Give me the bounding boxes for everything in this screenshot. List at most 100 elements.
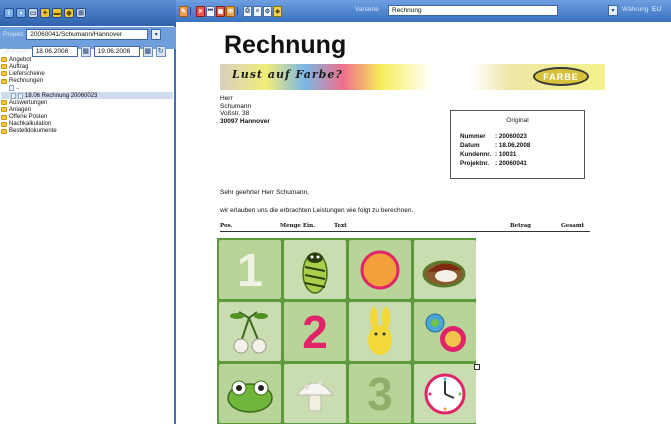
new-icon[interactable]: ✦ [40,8,50,18]
chestnut-icon [422,260,466,287]
zoom-icon[interactable]: ⌕ [253,5,262,17]
clock-icon [424,373,466,414]
info-icon[interactable]: i [4,8,14,18]
column-header: Pos. [220,223,233,229]
document-area: ✎ ✕ ⏮ ▣ ✉ ⎙ ⌕ ⚙ ◈ Variante Rechnung ▾ Wä… [176,0,671,424]
cherries-icon [230,310,268,353]
separator [237,7,241,15]
image-tile [349,302,411,361]
image-tile: 3 [349,364,411,423]
pdf-icon[interactable]: ▣ [216,5,225,17]
waehrung-value[interactable]: EU [652,6,661,13]
folder-icon[interactable]: ▬ [52,8,62,18]
folder-icon [1,114,7,120]
company-banner: Lust auf Farbe? FARBE [220,64,605,90]
tree-item-lieferscheine[interactable]: Lieferscheine [1,70,173,77]
variante-select[interactable]: Rechnung [388,5,558,16]
project-row: Projekt 20060041/Schumann/Hannover ▾ [3,29,162,40]
waehrung-label: Währung [622,6,649,13]
image-tile: 1 [219,240,281,299]
tree-item-rechnung-20060023[interactable]: 18.06 Rechnung 20060023 [1,91,173,100]
info-row-kundennr: Kundennr.: 10031 [460,151,517,158]
column-header: Menge Ein. [280,223,316,229]
tree-item-nachkalkulation[interactable]: Nachkalkulation [1,121,173,128]
image-tile [414,240,476,299]
variante-label: Variante [355,6,379,13]
tree-item-auswertungen[interactable]: Auswertungen [1,99,173,106]
folder-icon [1,57,7,63]
image-tile [414,302,476,361]
mail-icon[interactable]: ✉ [226,5,235,17]
address-line: Schumann [220,102,252,110]
column-header: Text [334,223,347,229]
address-line: Voßstr. 38 [220,110,250,117]
table-header: Pos. Menge Ein. Text Betrag Gesamt [220,223,590,232]
document-icon [18,92,23,99]
tree-item-bestelldokumente[interactable]: Bestelldokumente [1,128,173,135]
invoice-preview: Rechnung Lust auf Farbe? FARBE Herr Schu… [176,22,671,424]
document-icon [11,92,16,99]
tree-item-angebot[interactable]: Angebot [1,56,173,63]
tree-item-parent[interactable]: .. [1,85,173,92]
invoice-title: Rechnung [224,31,347,59]
document-icon [9,85,14,92]
save-icon[interactable]: ▪ [16,8,26,18]
salutation: Sehr geehrter Herr Schumann, [220,189,309,196]
document-icon[interactable]: ▭ [28,8,38,18]
folder-icon [1,71,7,77]
image-tile [349,240,411,299]
folder-icon [1,64,7,70]
document-tree: Angebot Auftrag Lieferscheine Rechnungen… [1,56,173,135]
first-page-icon[interactable]: ⏮ [206,5,215,17]
folder-icon [1,121,7,127]
left-toolbar: i ▪ ▭ ✦ ▬ ◆ ⊞ [0,0,176,26]
print-icon[interactable]: ⎙ [243,5,252,17]
project-label: Projekt [3,31,24,38]
chevron-down-icon[interactable]: ▾ [608,5,618,16]
lock-icon[interactable]: ◈ [273,5,282,17]
chevron-down-icon[interactable]: ▾ [151,29,162,40]
column-header: Gesamt [561,223,585,229]
orange-circle-icon [360,250,400,289]
edit-icon[interactable]: ✎ [179,5,188,17]
address-line: 30097 Hannover [220,117,270,125]
tree-item-offene-posten[interactable]: Offene Posten [1,114,173,121]
number-three: 3 [367,367,393,420]
number-two: 2 [302,305,328,358]
separator [190,7,194,15]
address-line: Herr [220,95,233,102]
folder-icon [1,128,7,134]
open-folder-icon[interactable]: ◆ [64,8,74,18]
period-label: Zeitraum [3,48,29,55]
intro-text: wir erlauben uns die erbrachten Leistung… [220,207,414,214]
column-header: Betrag [510,223,531,229]
image-tile [284,240,346,299]
settings-icon[interactable]: ⚙ [263,5,272,17]
info-row-datum: Datum: 18.06.2008 [460,142,531,149]
caterpillar-icon [302,251,328,294]
folder-icon [1,78,7,84]
resize-handle[interactable] [474,364,480,370]
folder-icon [1,107,7,113]
banner-slogan: Lust auf Farbe? [232,68,343,81]
info-row-projektnr: Projektnr.: 20060041 [460,160,527,167]
recipient-address: Herr Schumann Voßstr. 38 30097 Hannover [220,95,270,125]
invoice-info-box: Original Nummer: 20060023 Datum: 18.06.2… [450,110,585,179]
product-image[interactable]: 1 2 3 [217,238,476,424]
report-toolbar: ✎ ✕ ⏮ ▣ ✉ ⎙ ⌕ ⚙ ◈ Variante Rechnung ▾ Wä… [176,0,671,22]
folder-icon [1,100,7,106]
tree-item-anlagen[interactable]: Anlagen [1,106,173,113]
delete-icon[interactable]: ✕ [196,5,205,17]
tree-item-auftrag[interactable]: Auftrag [1,63,173,70]
image-tile [284,364,346,423]
frog-icon [227,380,273,413]
image-tile [414,364,476,423]
info-row-nummer: Nummer: 20060023 [460,133,527,140]
filter-bar: Projekt 20060041/Schumann/Hannover ▾ Zei… [0,27,176,57]
tree-item-rechnungen[interactable]: Rechnungen [1,78,173,85]
image-tile [219,302,281,361]
box-title: Original [506,117,529,124]
grid-icon[interactable]: ⊞ [76,8,86,18]
project-field[interactable]: 20060041/Schumann/Hannover [26,29,149,40]
image-tile [219,364,281,423]
